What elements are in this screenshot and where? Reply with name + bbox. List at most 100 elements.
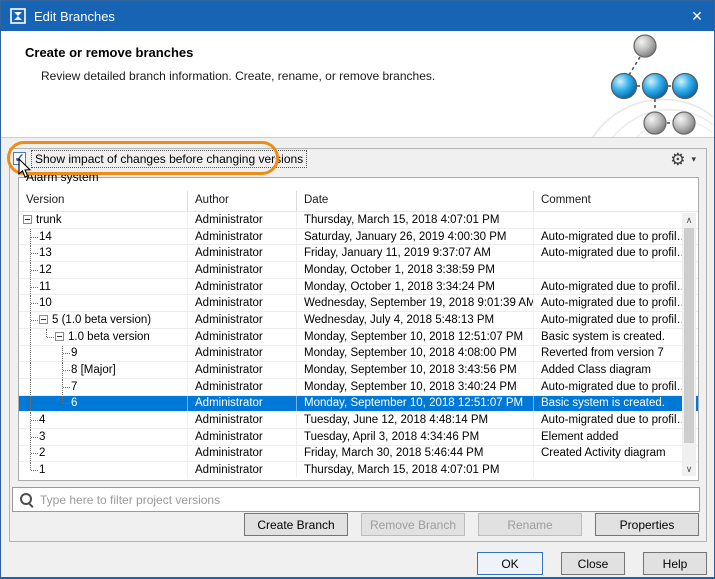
comment-cell — [534, 212, 684, 228]
date-cell: Friday, January 11, 2019 9:37:07 AM — [297, 245, 534, 261]
vertical-scrollbar[interactable]: ∧ ∨ — [682, 213, 696, 476]
tree-guide — [23, 295, 39, 311]
author-cell: Administrator — [188, 262, 297, 278]
comment-cell: Auto-migrated due to profil… — [534, 295, 684, 311]
date-cell: Monday, September 10, 2018 12:51:07 PM — [297, 396, 534, 412]
filter-input[interactable]: Type here to filter project versions — [12, 487, 700, 512]
table-row[interactable]: 14AdministratorSaturday, January 26, 201… — [19, 229, 698, 246]
column-header-author[interactable]: Author — [188, 191, 297, 211]
version-cell: 4 — [19, 412, 188, 428]
tree-expander-icon[interactable] — [55, 332, 64, 341]
show-impact-checkbox[interactable]: ✓ — [13, 152, 26, 165]
version-label: 7 — [71, 381, 77, 393]
version-label: 13 — [39, 247, 52, 259]
comment-cell: Basic system is created. — [534, 396, 684, 412]
version-cell: 7 — [19, 379, 188, 395]
properties-button[interactable]: Properties — [595, 513, 699, 536]
version-cell: 13 — [19, 245, 188, 261]
show-impact-checkbox-label[interactable]: Show impact of changes before changing v… — [31, 150, 307, 168]
date-cell: Monday, September 10, 2018 12:51:07 PM — [297, 329, 534, 345]
tree-guide — [23, 229, 39, 245]
comment-cell: Auto-migrated due to profil… — [534, 379, 684, 395]
author-cell: Administrator — [188, 462, 297, 478]
table-body: trunkAdministratorThursday, March 15, 20… — [19, 212, 698, 478]
version-cell: 6 — [19, 396, 188, 412]
tree-guide — [23, 362, 39, 378]
version-label: 10 — [39, 297, 52, 309]
column-header-comment[interactable]: Comment — [534, 191, 698, 211]
column-header-version[interactable]: Version — [19, 191, 188, 211]
tree-expander-icon[interactable] — [23, 215, 32, 224]
table-row[interactable]: 7 AdministratorMonday, September 10, 2018… — [19, 379, 698, 396]
table-row[interactable]: 1AdministratorThursday, March 15, 2018 4… — [19, 462, 698, 478]
version-cell: 9 — [19, 346, 188, 362]
table-row[interactable]: 4AdministratorTuesday, June 12, 2018 4:4… — [19, 412, 698, 429]
version-cell: 1 — [19, 462, 188, 478]
tree-guide — [39, 379, 55, 395]
gear-icon[interactable]: ⚙ — [670, 151, 685, 168]
author-cell: Administrator — [188, 362, 297, 378]
table-row[interactable]: trunkAdministratorThursday, March 15, 20… — [19, 212, 698, 229]
tree-guide — [23, 245, 39, 261]
search-icon — [20, 493, 34, 507]
versions-table: VersionAuthorDateComment trunkAdministra… — [18, 177, 699, 481]
date-cell: Monday, September 10, 2018 3:40:24 PM — [297, 379, 534, 395]
comment-cell: Element added — [534, 429, 684, 445]
table-row[interactable]: 11AdministratorMonday, October 1, 2018 3… — [19, 279, 698, 296]
author-cell: Administrator — [188, 429, 297, 445]
scroll-down-icon[interactable]: ∨ — [682, 462, 696, 476]
version-label: 6 — [71, 397, 77, 409]
table-row[interactable]: 3AdministratorTuesday, April 3, 2018 4:3… — [19, 429, 698, 446]
version-label: 1 — [39, 464, 45, 476]
comment-cell — [534, 462, 684, 478]
table-row[interactable]: 6 AdministratorMonday, September 10, 2018… — [19, 396, 698, 413]
close-icon[interactable]: ✕ — [680, 1, 714, 31]
tree-guide — [39, 329, 55, 345]
tree-guide — [55, 379, 71, 395]
table-row[interactable]: 5 (1.0 beta version)AdministratorWednesd… — [19, 312, 698, 329]
author-cell: Administrator — [188, 379, 297, 395]
version-cell: 12 — [19, 262, 188, 278]
scroll-up-icon[interactable]: ∧ — [682, 213, 696, 227]
date-cell: Saturday, January 26, 2019 4:00:30 PM — [297, 229, 534, 245]
table-row[interactable]: 1.0 beta version AdministratorMonday, Sep… — [19, 329, 698, 346]
author-cell: Administrator — [188, 245, 297, 261]
app-icon — [10, 8, 26, 24]
author-cell: Administrator — [188, 396, 297, 412]
comment-cell — [534, 262, 684, 278]
table-row[interactable]: 2AdministratorFriday, March 30, 2018 5:4… — [19, 446, 698, 463]
comment-cell: Auto-migrated due to profil… — [534, 412, 684, 428]
help-button[interactable]: Help — [643, 552, 707, 575]
table-row[interactable]: 9AdministratorMonday, September 10, 2018… — [19, 346, 698, 363]
version-label: 12 — [39, 264, 52, 276]
close-button[interactable]: Close — [561, 552, 625, 575]
dialog-buttons-row: OK Close Help — [477, 552, 707, 575]
table-row[interactable]: 13 AdministratorFriday, January 11, 2019 … — [19, 245, 698, 262]
tree-guide — [23, 462, 39, 478]
table-row[interactable]: 12AdministratorMonday, October 1, 2018 3… — [19, 262, 698, 279]
date-cell: Tuesday, June 12, 2018 4:48:14 PM — [297, 412, 534, 428]
tree-guide — [23, 412, 39, 428]
author-cell: Administrator — [188, 329, 297, 345]
tree-expander-icon[interactable] — [39, 315, 48, 324]
version-cell: trunk — [19, 212, 188, 228]
scrollbar-thumb[interactable] — [684, 228, 694, 443]
date-cell: Monday, September 10, 2018 3:43:56 PM — [297, 362, 534, 378]
page-title: Create or remove branches — [25, 45, 193, 60]
create-branch-button[interactable]: Create Branch — [244, 513, 348, 536]
table-row[interactable]: 8 [Major]AdministratorMonday, September … — [19, 362, 698, 379]
version-cell: 8 [Major] — [19, 362, 188, 378]
comment-cell: Auto-migrated due to profil… — [534, 279, 684, 295]
table-row[interactable]: 10AdministratorWednesday, September 19, … — [19, 295, 698, 312]
date-cell: Monday, September 10, 2018 4:08:00 PM — [297, 346, 534, 362]
version-label: 1.0 beta version — [68, 331, 150, 343]
gear-dropdown-caret-icon[interactable]: ▾ — [691, 154, 696, 165]
comment-cell: Auto-migrated due to profil… — [534, 229, 684, 245]
ok-button[interactable]: OK — [477, 552, 543, 575]
comment-cell: Basic system is created. — [534, 329, 684, 345]
column-header-date[interactable]: Date — [297, 191, 534, 211]
branch-diagram-graphic — [579, 33, 713, 137]
tree-guide — [23, 346, 39, 362]
comment-cell: Added Class diagram — [534, 362, 684, 378]
tree-guide — [39, 346, 55, 362]
